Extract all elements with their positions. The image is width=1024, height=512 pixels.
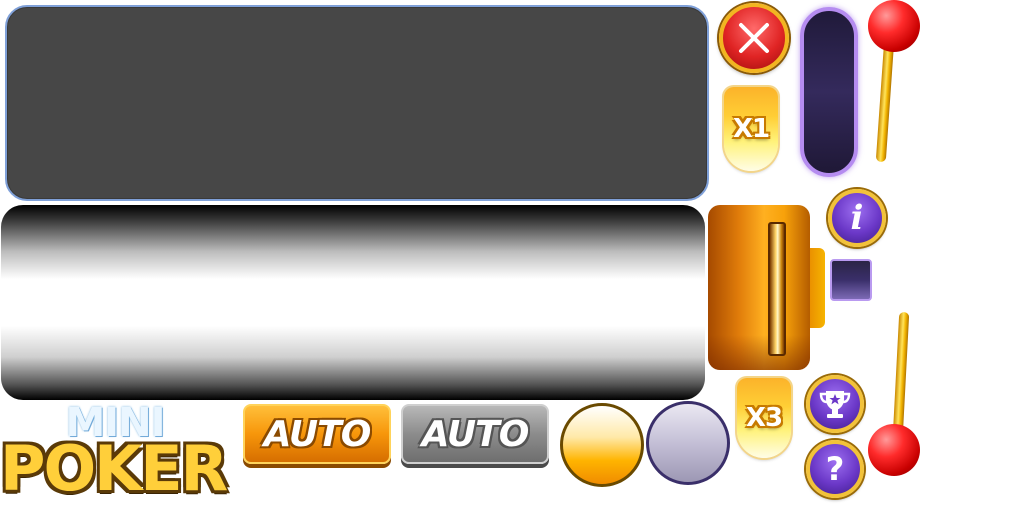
purple-square-tile: [830, 259, 872, 301]
help-icon: ?: [825, 450, 845, 488]
multiplier-x1-badge[interactable]: X1: [724, 87, 778, 171]
purple-slot-frame: [800, 7, 858, 177]
auto-button-disabled[interactable]: AUTO: [401, 404, 549, 464]
logo-poker-text: POKER: [0, 432, 228, 505]
multiplier-x1-label: X1: [732, 114, 770, 144]
gold-chip-circle[interactable]: [560, 403, 644, 487]
info-icon: i: [850, 198, 864, 238]
close-icon: [739, 23, 769, 53]
info-button[interactable]: i: [828, 189, 886, 247]
trophy-icon: [819, 391, 851, 418]
silver-chip-circle[interactable]: [646, 401, 730, 485]
multiplier-x3-badge[interactable]: X3: [737, 378, 791, 458]
auto-button-active[interactable]: AUTO: [243, 404, 391, 464]
coin-slot-hole: [768, 222, 786, 356]
coin-slot-shadow: [708, 335, 810, 370]
auto-button-disabled-label: AUTO: [421, 413, 530, 455]
lever-top-stick: [875, 39, 895, 163]
close-button[interactable]: [719, 3, 789, 73]
lever-top-ball[interactable]: [868, 0, 920, 52]
help-button[interactable]: ?: [806, 440, 864, 498]
leaderboard-button[interactable]: [806, 375, 864, 433]
lever-bottom-stick: [892, 311, 910, 438]
multiplier-x3-label: X3: [745, 403, 783, 433]
dark-panel: [5, 5, 709, 201]
lever-bottom-ball[interactable]: [868, 424, 920, 476]
auto-button-active-label: AUTO: [263, 413, 372, 455]
reel-strip: [1, 205, 705, 400]
